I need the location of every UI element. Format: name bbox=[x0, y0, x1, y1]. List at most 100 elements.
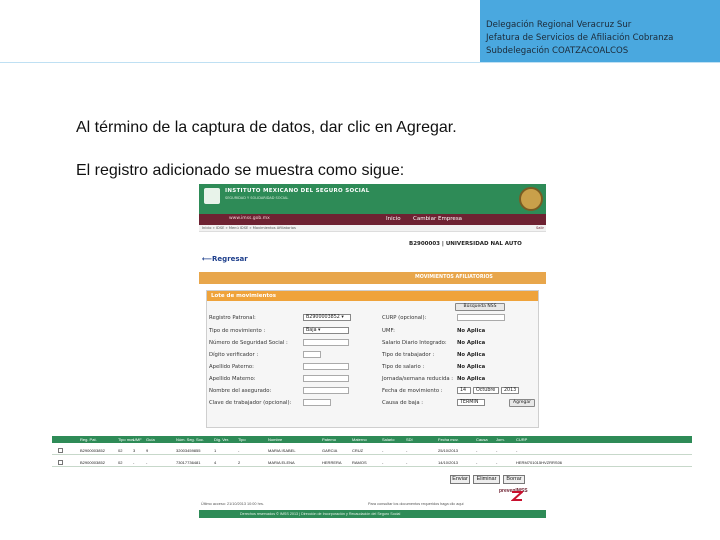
footer-copyright: Derechos reservados © IMSS 2013 | Direcc… bbox=[240, 512, 401, 516]
label-salario: Salario Diario Integrado: bbox=[382, 340, 447, 346]
tipo-movimiento-select[interactable]: Baja ▾ bbox=[303, 327, 349, 334]
grid-header-cell: Causa bbox=[476, 437, 488, 442]
row-checkbox[interactable] bbox=[58, 448, 63, 453]
table-cell: CRUZ bbox=[352, 448, 364, 453]
label-curp: CURP (opcional): bbox=[382, 315, 427, 321]
apellido-materno-input[interactable] bbox=[303, 375, 349, 382]
header-line-3: Subdelegación COATZACOALCOS bbox=[486, 46, 629, 56]
table-cell: HERRERA bbox=[322, 460, 342, 465]
instruction-text: Al término de la captura de datos, dar c… bbox=[76, 119, 457, 136]
lote-form: Lote de movimientos Búsqueda NSS Registr… bbox=[206, 290, 539, 428]
row-checkbox[interactable] bbox=[58, 460, 63, 465]
eliminar-button[interactable]: Eliminar bbox=[473, 475, 500, 484]
table-cell: B2900003852 bbox=[80, 448, 105, 453]
label-fecha-movimiento: Fecha de movimiento : bbox=[382, 388, 443, 394]
grid-header-cell: Tipo bbox=[238, 437, 246, 442]
fecha-anio-select[interactable]: 2013 bbox=[501, 387, 519, 394]
salario-value: No Aplica bbox=[457, 340, 486, 346]
result-text: El registro adicionado se muestra como s… bbox=[76, 162, 405, 179]
table-cell: 14/10/2013 bbox=[438, 460, 459, 465]
label-nss: Número de Seguridad Social : bbox=[209, 340, 288, 346]
fecha-mes-select[interactable]: Octubre bbox=[473, 387, 499, 394]
prevenimss-z-icon bbox=[511, 491, 523, 501]
label-nombre: Nombre del asegurado: bbox=[209, 388, 272, 394]
label-causa-baja: Causa de baja : bbox=[382, 400, 424, 406]
table-cell: - bbox=[406, 448, 408, 453]
table-cell: 2 bbox=[238, 460, 241, 465]
registro-patronal-select[interactable]: B2900003852 ▾ bbox=[303, 314, 351, 321]
grid-header-cell: Fecha mov. bbox=[438, 437, 459, 442]
tipo-salario-value: No Aplica bbox=[457, 364, 486, 370]
grid-header-cell: Jorn. bbox=[496, 437, 505, 442]
documents-help-link[interactable]: Para consultar los documentos requeridos… bbox=[368, 502, 464, 506]
curp-input[interactable] bbox=[457, 314, 505, 321]
nav-inicio[interactable]: Inicio bbox=[386, 216, 401, 222]
institution-subtitle: SEGURIDAD Y SOLIDARIDAD SOCIAL bbox=[225, 196, 289, 200]
grid-header-cell: Dig. Ver. bbox=[214, 437, 230, 442]
table-cell: 02 bbox=[118, 448, 123, 453]
table-cell: - bbox=[238, 448, 240, 453]
imss-url[interactable]: www.imss.gob.mx bbox=[229, 216, 270, 221]
table-cell: 32003459855 bbox=[176, 448, 201, 453]
table-cell: - bbox=[516, 448, 518, 453]
table-cell: HERM701015HVZRRS06 bbox=[516, 460, 563, 465]
table-cell: 73017736481 bbox=[176, 460, 201, 465]
causa-baja-select[interactable]: TERMIN bbox=[457, 399, 485, 406]
registro-patronal-value: B2900003852 bbox=[306, 315, 340, 320]
grid-header-cell: SDI bbox=[406, 437, 413, 442]
label-guia: Clave de trabajador (opcional): bbox=[209, 400, 292, 406]
table-cell: - bbox=[133, 460, 135, 465]
grid-header-cell: Guía bbox=[146, 437, 155, 442]
table-cell: - bbox=[382, 460, 384, 465]
label-tipo-movimiento: Tipo de movimiento : bbox=[209, 328, 266, 334]
regresar-label: Regresar bbox=[212, 255, 248, 263]
table-cell: - bbox=[496, 448, 498, 453]
label-tipo-trabajador: Tipo de trabajador : bbox=[382, 352, 435, 358]
grid-header-cell: Núm. Seg. Soc. bbox=[176, 437, 205, 442]
header-line-1: Delegación Regional Veracruz Sur bbox=[486, 20, 632, 30]
header-line-2: Jefatura de Servicios de Afiliación Cobr… bbox=[486, 33, 674, 43]
slide-header-divider bbox=[0, 62, 720, 63]
regresar-link[interactable]: ⟵Regresar bbox=[202, 255, 248, 263]
table-cell: 25/10/2013 bbox=[438, 448, 459, 453]
table-cell: GARCIA bbox=[322, 448, 338, 453]
label-tipo-salario: Tipo de salario : bbox=[382, 364, 425, 370]
digito-input[interactable] bbox=[303, 351, 321, 358]
table-cell: - bbox=[382, 448, 384, 453]
table-cell: - bbox=[406, 460, 408, 465]
label-registro-patronal: Registro Patronal: bbox=[209, 315, 256, 321]
grid-header-cell: Materno bbox=[352, 437, 367, 442]
table-cell: B2900003852 bbox=[80, 460, 105, 465]
label-jornada: Jornada/semana reducida : bbox=[382, 376, 454, 382]
salir-link[interactable]: Salir bbox=[536, 226, 544, 230]
movimientos-title: MOVIMIENTOS AFILIATORIOS bbox=[415, 275, 493, 280]
umf-value: No Aplica bbox=[457, 328, 486, 334]
institution-name: INSTITUTO MEXICANO DEL SEGURO SOCIAL bbox=[225, 188, 370, 194]
table-cell: - bbox=[476, 460, 478, 465]
nss-input[interactable] bbox=[303, 339, 349, 346]
enviar-button[interactable]: Enviar bbox=[450, 475, 470, 484]
table-cell: MARIA ISABEL bbox=[268, 448, 296, 453]
grid-header-cell: Paterno bbox=[322, 437, 337, 442]
breadcrumb[interactable]: Inicio » IDSE » Menú IDSE » Movimientos … bbox=[202, 226, 296, 230]
busqueda-nss-button[interactable]: Búsqueda NSS bbox=[455, 303, 505, 311]
tipo-trabajador-value: No Aplica bbox=[457, 352, 486, 358]
nav-cambiar-empresa[interactable]: Cambiar Empresa bbox=[413, 216, 462, 222]
borrar-button[interactable]: Borrar bbox=[503, 475, 525, 484]
label-apellido-materno: Apellido Materno: bbox=[209, 376, 256, 382]
imss-logo-icon bbox=[204, 188, 220, 204]
table-cell: - bbox=[496, 460, 498, 465]
idse-screenshot: INSTITUTO MEXICANO DEL SEGURO SOCIAL SEG… bbox=[199, 184, 546, 518]
apellido-paterno-input[interactable] bbox=[303, 363, 349, 370]
last-access: Último acceso: 21/10/2013 10:00 hrs. bbox=[201, 502, 264, 506]
grid-header-cell: CURP bbox=[516, 437, 528, 442]
table-row[interactable] bbox=[52, 457, 692, 467]
agregar-button[interactable]: Agregar bbox=[509, 399, 535, 407]
guia-input[interactable] bbox=[303, 399, 331, 406]
fecha-dia-select[interactable]: 14 bbox=[457, 387, 471, 394]
table-cell: MARIA ELENA bbox=[268, 460, 295, 465]
movimientos-bar bbox=[199, 272, 546, 284]
table-cell: - bbox=[146, 460, 148, 465]
form-title: Lote de movimientos bbox=[211, 293, 277, 299]
nombre-input[interactable] bbox=[303, 387, 349, 394]
